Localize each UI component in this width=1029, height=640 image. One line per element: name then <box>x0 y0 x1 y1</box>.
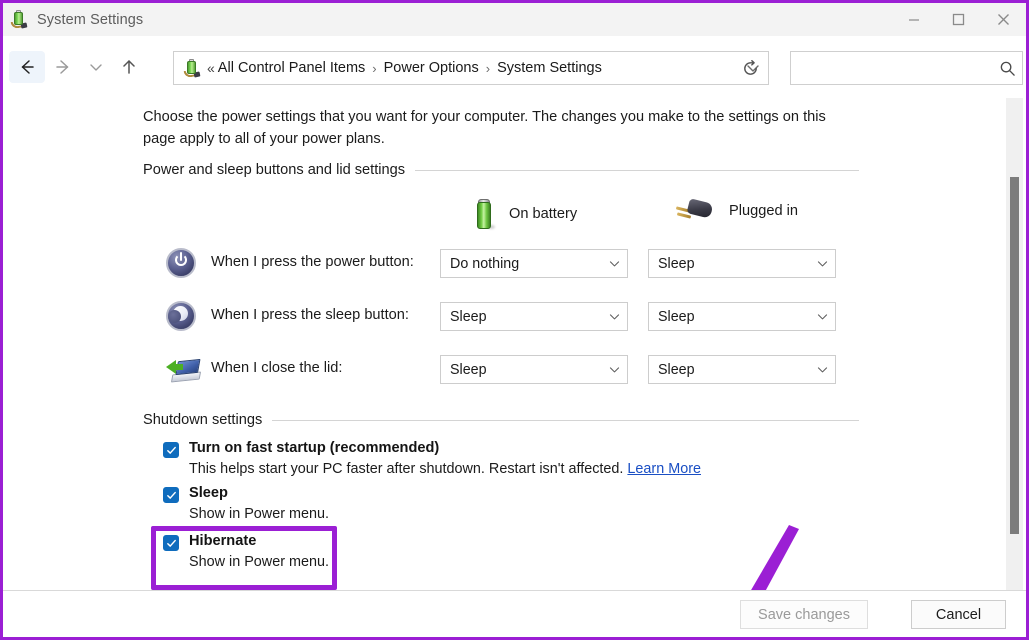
checkbox-item-sleep: Sleep Show in Power menu. <box>163 485 329 522</box>
window-title: System Settings <box>37 11 144 28</box>
fast-startup-checkbox[interactable] <box>163 442 179 458</box>
breadcrumb-power-options-icon <box>183 58 201 78</box>
breadcrumb-overflow[interactable]: « <box>207 60 218 76</box>
checkbox-label[interactable]: Turn on fast startup (recommended) <box>189 440 439 456</box>
section-header-shutdown-settings: Shutdown settings <box>143 412 859 428</box>
breadcrumb: « All Control Panel Items › Power Option… <box>207 60 738 76</box>
column-header-plugged-in: Plugged in <box>675 198 798 224</box>
chevron-down-icon[interactable] <box>809 363 835 376</box>
power-options-icon <box>10 9 28 29</box>
annotation-highlight-box-hibernate <box>151 526 337 590</box>
power-plug-icon <box>675 198 715 224</box>
section-title: Shutdown settings <box>143 412 263 428</box>
annotation-arrow-icon <box>749 525 799 593</box>
chevron-down-icon[interactable] <box>809 257 835 270</box>
scrollbar-thumb[interactable] <box>1010 177 1019 534</box>
column-label: Plugged in <box>729 203 798 219</box>
breadcrumb-item-system-settings[interactable]: System Settings <box>497 60 602 76</box>
section-title: Power and sleep buttons and lid settings <box>143 162 406 178</box>
close-lid-on-battery-dropdown[interactable]: Sleep <box>440 355 628 384</box>
settings-content: Choose the power settings that you want … <box>3 98 1026 593</box>
description-text: This helps start your PC faster after sh… <box>189 461 624 477</box>
save-changes-button[interactable]: Save changes <box>740 600 868 629</box>
back-arrow-icon[interactable] <box>9 51 45 83</box>
setting-label: When I close the lid: <box>211 360 343 376</box>
dropdown-value: Sleep <box>658 308 695 325</box>
cancel-button[interactable]: Cancel <box>911 600 1006 629</box>
power-button-on-battery-dropdown[interactable]: Do nothing <box>440 249 628 278</box>
column-header-on-battery: On battery <box>475 198 577 230</box>
power-button-icon <box>166 248 196 278</box>
breadcrumb-separator: › <box>372 60 377 76</box>
footer-bar: Save changes Cancel <box>3 590 1026 637</box>
laptop-lid-icon <box>166 356 202 386</box>
checkbox-description: Show in Power menu. <box>189 506 329 522</box>
checkbox-description: This helps start your PC faster after sh… <box>189 461 701 477</box>
setting-label: When I press the sleep button: <box>211 307 409 323</box>
address-bar[interactable]: « All Control Panel Items › Power Option… <box>173 51 769 85</box>
recent-locations-chevron-down-icon[interactable] <box>81 51 111 83</box>
battery-icon <box>475 198 495 230</box>
dropdown-value: Sleep <box>450 308 487 325</box>
sleep-button-on-battery-dropdown[interactable]: Sleep <box>440 302 628 331</box>
setting-row-close-lid: When I close the lid: Sleep Sleep <box>3 352 1026 402</box>
maximize-icon[interactable] <box>936 3 981 36</box>
breadcrumb-separator: › <box>485 60 491 76</box>
refresh-icon[interactable] <box>733 52 767 84</box>
sleep-checkbox[interactable] <box>163 487 179 503</box>
search-input[interactable] <box>800 59 992 77</box>
sleep-button-icon <box>166 301 196 331</box>
system-settings-window: System Settings « All Control Panel Item… <box>0 0 1029 640</box>
dropdown-value: Sleep <box>658 255 695 272</box>
chevron-down-icon[interactable] <box>809 310 835 323</box>
title-bar: System Settings <box>3 3 1026 36</box>
setting-label: When I press the power button: <box>211 254 414 270</box>
dropdown-value: Do nothing <box>450 255 520 272</box>
power-button-plugged-in-dropdown[interactable]: Sleep <box>648 249 836 278</box>
setting-row-power-button: When I press the power button: Do nothin… <box>3 246 1026 296</box>
section-header-power-and-sleep: Power and sleep buttons and lid settings <box>143 162 859 178</box>
intro-text: Choose the power settings that you want … <box>143 109 826 147</box>
breadcrumb-item-power-options[interactable]: Power Options <box>384 60 479 76</box>
sleep-button-plugged-in-dropdown[interactable]: Sleep <box>648 302 836 331</box>
setting-row-sleep-button: When I press the sleep button: Sleep Sle… <box>3 299 1026 349</box>
checkbox-item-fast-startup: Turn on fast startup (recommended) This … <box>163 440 701 477</box>
divider <box>272 419 859 421</box>
window-controls <box>891 3 1026 36</box>
dropdown-value: Sleep <box>450 361 487 378</box>
minimize-icon[interactable] <box>891 3 936 36</box>
checkbox-label[interactable]: Sleep <box>189 485 228 501</box>
column-label: On battery <box>509 206 578 222</box>
chevron-down-icon[interactable] <box>601 363 627 376</box>
close-lid-plugged-in-dropdown[interactable]: Sleep <box>648 355 836 384</box>
dropdown-value: Sleep <box>658 361 695 378</box>
breadcrumb-item-all-control-panel-items[interactable]: All Control Panel Items <box>218 60 365 76</box>
search-box[interactable] <box>790 51 1023 85</box>
divider <box>415 169 859 171</box>
forward-arrow-icon[interactable] <box>45 51 81 83</box>
chevron-down-icon[interactable] <box>601 310 627 323</box>
up-arrow-icon[interactable] <box>111 51 147 83</box>
vertical-scrollbar[interactable] <box>1006 98 1023 593</box>
chevron-down-icon[interactable] <box>601 257 627 270</box>
learn-more-link[interactable]: Learn More <box>627 461 701 477</box>
search-icon[interactable] <box>992 60 1022 77</box>
close-icon[interactable] <box>981 3 1026 36</box>
